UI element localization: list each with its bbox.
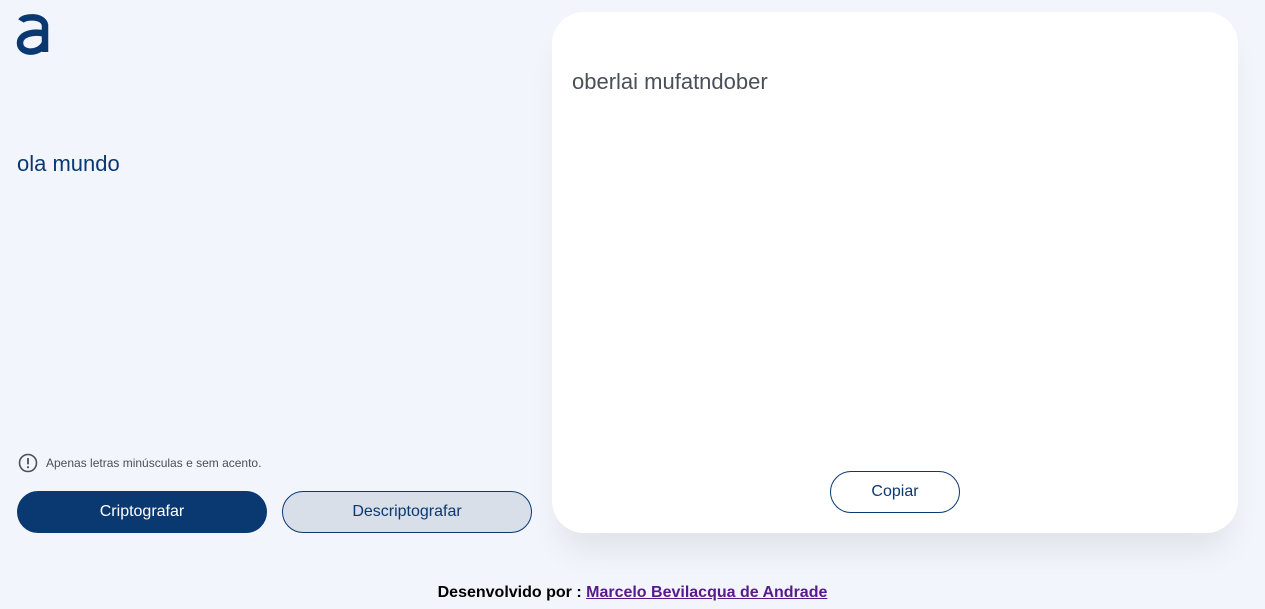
hint: Apenas letras minúsculas e sem acento. [18, 453, 261, 473]
page: Apenas letras minúsculas e sem acento. C… [0, 0, 1265, 609]
footer-prefix: Desenvolvido por : [437, 584, 582, 601]
output-text: oberlai mufatndober [572, 69, 768, 94]
hint-text: Apenas letras minúsculas e sem acento. [46, 456, 262, 470]
author-link[interactable]: Marcelo Bevilacqua de Andrade [586, 584, 827, 601]
text-input[interactable] [17, 150, 517, 410]
encrypt-button[interactable]: Criptografar [17, 491, 267, 533]
decrypt-button[interactable]: Descriptografar [282, 491, 532, 533]
footer: Desenvolvido por : Marcelo Bevilacqua de… [0, 584, 1265, 602]
logo [16, 12, 50, 62]
exclamation-circle-icon [18, 453, 38, 473]
output-card: oberlai mufatndober Copiar [552, 12, 1238, 533]
alura-a-logo-icon [16, 14, 49, 55]
copy-button[interactable]: Copiar [830, 471, 960, 513]
